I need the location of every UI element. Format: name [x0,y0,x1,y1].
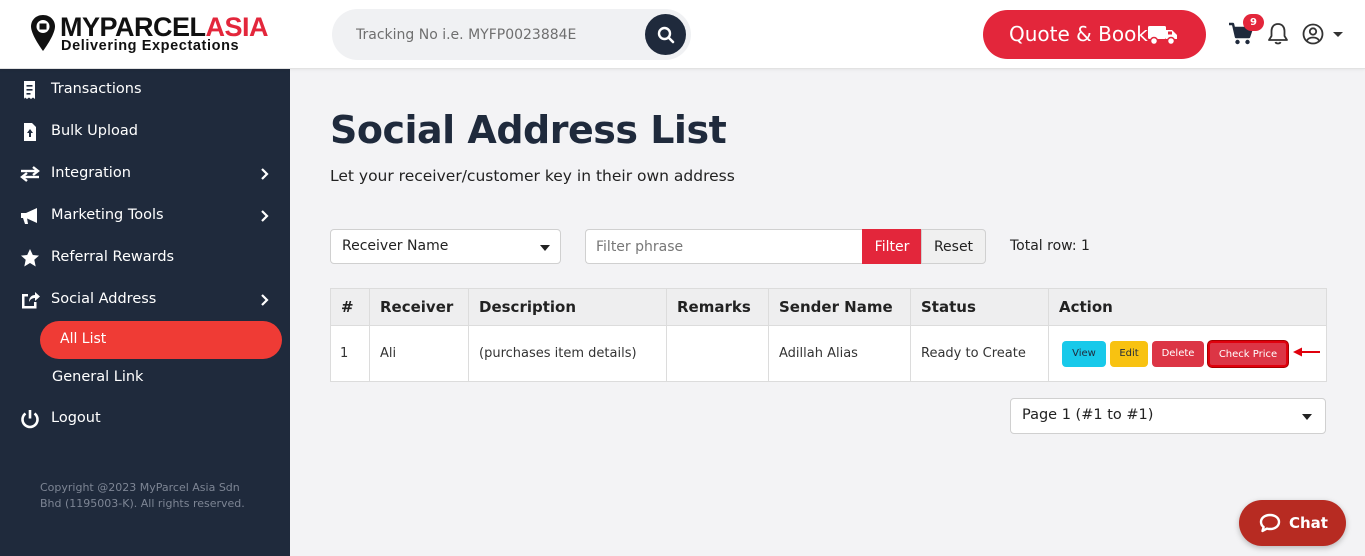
exchange-icon [20,166,40,182]
column-header: Sender Name [768,288,911,326]
column-header: Action [1048,288,1327,326]
search-icon [657,26,674,43]
copyright-text: Copyright @2023 MyParcel Asia Sdn Bhd (1… [40,481,245,510]
chevron-right-icon [261,168,269,180]
filter-field-value: Receiver Name [342,238,449,254]
sidebar-item-logout[interactable]: Logout [0,399,290,439]
column-header: Remarks [666,288,769,326]
caret-down-icon [1302,414,1312,420]
brand-tagline: Delivering Expectations [61,38,240,54]
power-icon [21,410,39,429]
share-square-icon [22,292,40,309]
cart-count-badge: 9 [1243,14,1264,31]
sidebar-item-label: Integration [51,165,131,181]
caret-down-icon [540,245,550,251]
filter-button[interactable]: Filter [862,229,922,264]
delete-button[interactable]: Delete [1152,340,1204,367]
sidebar-item-label: Marketing Tools [51,207,164,223]
pagination-select[interactable]: Page 1 (#1 to #1) [1010,398,1326,434]
truck-icon [1148,26,1177,46]
sidebar-item-referral-rewards[interactable]: Referral Rewards [0,238,290,278]
pagination-value: Page 1 (#1 to #1) [1022,407,1154,423]
sidebar: Transactions Bulk Upload Integration Mar… [0,69,290,556]
sidebar-item-label: Transactions [51,81,142,97]
view-button[interactable]: View [1062,340,1106,367]
sidebar-item-bulk-upload[interactable]: Bulk Upload [0,112,290,152]
page-title: Social Address List [330,108,727,152]
filter-field-select[interactable]: Receiver Name [330,229,561,264]
column-header: Status [910,288,1049,326]
sidebar-subitem-label: All List [60,331,107,347]
edit-button[interactable]: Edit [1110,340,1148,367]
tracking-search [332,9,691,60]
cell-description: (purchases item details) [468,325,667,382]
column-header: Description [468,288,667,326]
table-row: 1 Ali (purchases item details) Adillah A… [330,325,1327,382]
sidebar-item-label: Social Address [51,291,157,307]
total-row-count: Total row: 1 [1010,238,1090,254]
chevron-right-icon [261,294,269,306]
top-header: MYPARCELASIA Delivering Expectations Quo… [0,0,1365,69]
social-address-table: # Receiver Description Remarks Sender Na… [330,288,1327,382]
chat-label: Chat [1289,514,1328,532]
sidebar-item-marketing-tools[interactable]: Marketing Tools [0,196,290,236]
megaphone-icon [21,208,37,224]
table-header-row: # Receiver Description Remarks Sender Na… [330,288,1327,326]
cell-actions: View Edit Delete Check Price [1048,325,1327,382]
receipt-icon [24,81,35,99]
cell-number: 1 [330,325,370,382]
chat-button[interactable]: Chat [1239,500,1346,546]
sidebar-item-label: Bulk Upload [51,123,138,139]
sidebar-subitem-general-link[interactable]: General Link [52,369,143,385]
sidebar-subitem-all-list[interactable]: All List [40,321,282,359]
chevron-right-icon [261,210,269,222]
star-icon [21,249,39,267]
chat-bubble-icon [1259,513,1281,533]
quote-and-book-button[interactable]: Quote & Book [983,10,1206,59]
filter-group: Filter Reset [585,229,986,264]
brand-logo[interactable]: MYPARCELASIA Delivering Expectations [30,12,280,58]
callout-arrow-icon [1293,347,1320,357]
user-menu-icon[interactable] [1302,22,1348,46]
check-price-button[interactable]: Check Price [1208,340,1288,367]
column-header: Receiver [369,288,469,326]
bell-icon[interactable] [1267,22,1289,46]
location-pin-icon [31,15,55,51]
sidebar-item-integration[interactable]: Integration [0,154,290,194]
tracking-search-input[interactable] [356,24,646,46]
column-header: # [330,288,370,326]
sidebar-item-social-address[interactable]: Social Address [0,280,290,320]
reset-button[interactable]: Reset [921,229,986,264]
search-button[interactable] [645,14,686,55]
file-upload-icon [24,123,36,141]
sidebar-item-label: Logout [51,410,101,426]
quote-and-book-label: Quote & Book [1009,22,1148,46]
filter-phrase-input[interactable] [585,229,863,264]
sidebar-item-transactions[interactable]: Transactions [0,70,290,110]
sidebar-item-label: Referral Rewards [51,249,175,265]
page-subtitle: Let your receiver/customer key in their … [330,167,735,185]
cell-sender-name: Adillah Alias [768,325,911,382]
cell-remarks [666,325,769,382]
cell-status: Ready to Create [910,325,1049,382]
cell-receiver: Ali [369,325,469,382]
